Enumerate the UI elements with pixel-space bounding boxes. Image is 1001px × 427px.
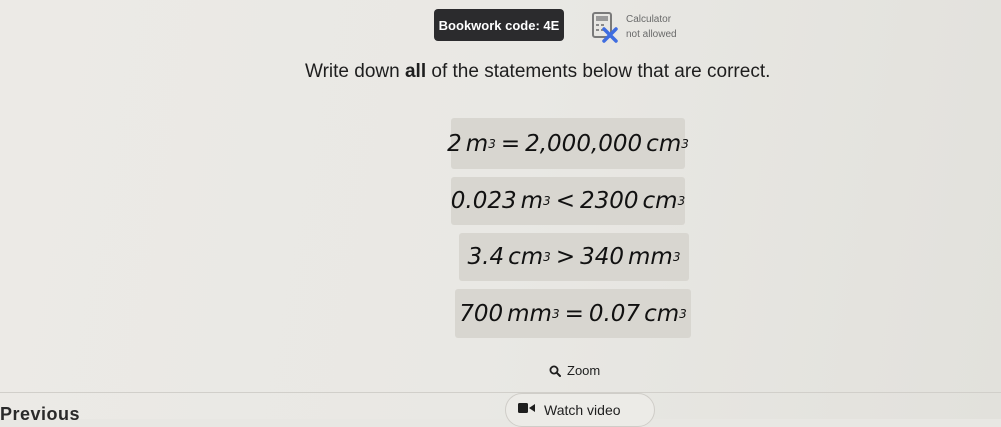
bookwork-code-badge: Bookwork code: 4E xyxy=(434,9,564,41)
left-value: 700 xyxy=(459,300,504,327)
right-value: 340 xyxy=(580,244,624,270)
statement-card[interactable]: 3.4 cm 3 >340 mm 3 xyxy=(459,233,689,281)
previous-button[interactable]: Previous xyxy=(0,404,80,425)
left-unit: mm xyxy=(507,300,552,327)
question-instruction: Write down all of the statements below t… xyxy=(305,61,825,83)
left-value: 2 xyxy=(447,130,462,157)
relation-symbol: = xyxy=(564,300,584,327)
calculator-status-line2: not allowed xyxy=(626,29,677,40)
right-unit: cm xyxy=(644,300,680,327)
right-value: 2300 xyxy=(579,188,639,214)
right-unit: cm xyxy=(642,188,678,214)
watch-video-button[interactable]: Watch video xyxy=(505,393,655,427)
left-unit: cm xyxy=(508,244,544,270)
right-unit: cm xyxy=(646,130,682,157)
calculator-status: Calculator not allowed xyxy=(626,12,677,42)
left-unit: m xyxy=(520,188,544,214)
statement-card[interactable]: 2 m 3 = 2,000,000 cm 3 xyxy=(447,118,689,169)
video-camera-icon xyxy=(518,403,535,413)
right-value: 2,000,000 xyxy=(525,130,643,157)
right-unit: mm xyxy=(628,244,673,270)
relation-symbol: = xyxy=(500,130,521,157)
watch-video-label: Watch video xyxy=(544,402,621,418)
zoom-label: Zoom xyxy=(567,363,601,378)
instruction-prefix: Write down xyxy=(305,61,405,82)
left-unit: m xyxy=(465,130,489,157)
statement-card[interactable]: 0.023 m 3 <2300 cm 3 xyxy=(451,177,685,225)
instruction-emphasis: all xyxy=(404,61,427,82)
right-value: 0.07 xyxy=(588,300,641,327)
footer-divider xyxy=(0,392,1001,393)
left-value: 3.4 xyxy=(467,244,505,270)
relation-symbol: > xyxy=(555,244,576,270)
zoom-button[interactable]: Zoom xyxy=(549,363,600,378)
statement-card[interactable]: 700 mm 3 = 0.07 cm 3 xyxy=(455,289,691,338)
calculator-not-allowed-icon xyxy=(592,12,618,43)
instruction-suffix: of the statements below that are correct… xyxy=(426,61,771,82)
page-background: Bookwork code: 4E Calculator not allowed… xyxy=(0,0,1001,427)
magnifier-icon xyxy=(549,365,561,377)
previous-label: Previous xyxy=(0,404,81,424)
left-value: 0.023 xyxy=(450,188,517,214)
calculator-status-line1: Calculator xyxy=(626,14,672,25)
bookwork-code-label: Bookwork code: 4E xyxy=(438,17,560,33)
relation-symbol: < xyxy=(555,188,575,214)
